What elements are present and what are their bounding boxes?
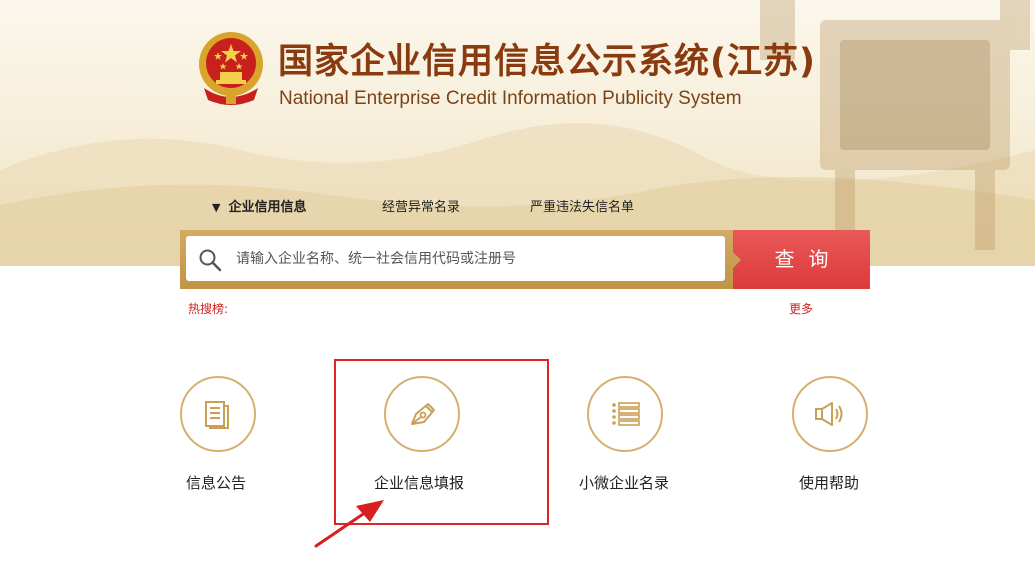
more-link[interactable]: 更多 [789, 300, 813, 317]
feature-label: 信息公告 [186, 474, 247, 492]
national-emblem-icon [199, 32, 263, 105]
hot-search-label: 热搜榜: [188, 302, 229, 316]
list-icon [612, 402, 640, 426]
feature-circle [180, 376, 256, 452]
feature-label: 小微企业名录 [579, 474, 670, 492]
feature-help[interactable]: 使用帮助 [782, 376, 882, 496]
feature-small-business-list[interactable]: 小微企业名录 [575, 376, 685, 496]
feature-circle [587, 376, 663, 452]
site-subtitle: National Enterprise Credit Information P… [279, 88, 742, 109]
search-button[interactable]: 查询 [733, 230, 870, 289]
search-bar [180, 230, 733, 289]
tab-enterprise-credit[interactable]: ▼ 企业信用信息 [212, 196, 306, 215]
feature-label: 使用帮助 [799, 474, 860, 492]
feature-info-notice[interactable]: 信息公告 [170, 376, 266, 496]
tab-abnormal-list[interactable]: 经营异常名录 [382, 196, 460, 215]
tab-label: 经营异常名录 [382, 200, 461, 215]
tab-label: 企业信用信息 [228, 200, 307, 215]
search-input[interactable] [186, 236, 725, 281]
site-title: 国家企业信用信息公示系统(江苏) [278, 42, 816, 82]
tab-serious-violation-list[interactable]: 严重违法失信名单 [530, 196, 634, 215]
triangle-down-icon: ▼ [212, 201, 221, 214]
megaphone-icon [815, 402, 843, 426]
feature-circle [792, 376, 868, 452]
pointer-arrow-icon [314, 500, 384, 548]
tab-label: 严重违法失信名单 [530, 200, 635, 215]
document-icon [205, 401, 229, 429]
search-icon [199, 249, 222, 272]
